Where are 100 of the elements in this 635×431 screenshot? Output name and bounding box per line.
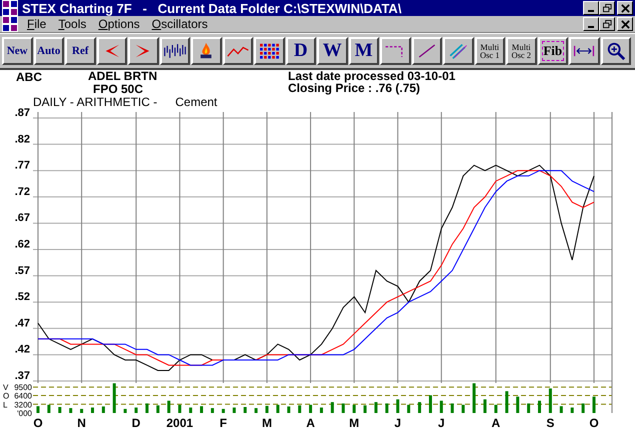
toolbar-button[interactable]: Auto	[34, 37, 64, 65]
volume-bar	[189, 408, 192, 413]
period-button[interactable]: D	[286, 37, 316, 65]
last-date-text: Last date processed 03-10-01	[288, 70, 456, 82]
close-icon	[620, 20, 630, 28]
volume-bar	[58, 407, 62, 413]
volume-bar	[124, 408, 127, 413]
next-button[interactable]	[128, 37, 158, 65]
minimize-button[interactable]	[583, 17, 599, 31]
axis-label: 2001	[166, 416, 194, 430]
volume-bar	[156, 405, 160, 413]
axis-label: O	[33, 416, 43, 430]
multi-oscillator-button[interactable]: Multi Osc 2	[506, 37, 536, 65]
volume-bar	[428, 395, 432, 413]
restore-button[interactable]	[599, 1, 615, 15]
axis-label: D	[132, 416, 140, 430]
axis-label: 6400	[14, 392, 32, 401]
minimize-button[interactable]	[583, 1, 599, 15]
volume-bar	[36, 406, 40, 413]
menu-item[interactable]: Options	[98, 17, 140, 31]
volume-bar	[364, 405, 367, 413]
volume-bar	[396, 399, 400, 413]
axis-label: .72	[14, 186, 30, 198]
menu-item[interactable]: Tools	[58, 17, 86, 31]
volume-bar	[298, 405, 302, 413]
bar-chart-button[interactable]	[160, 37, 190, 65]
volume-bar	[450, 403, 454, 413]
volume-bar	[516, 396, 520, 413]
axis-label: .77	[14, 160, 30, 172]
period-button[interactable]: W	[317, 37, 348, 65]
previous-button[interactable]	[96, 37, 127, 65]
axis-label: .42	[14, 344, 30, 356]
volume-bar	[320, 408, 323, 413]
close-button[interactable]	[617, 1, 633, 15]
close-button[interactable]	[617, 17, 633, 31]
volume-bar	[134, 408, 138, 413]
volume-bar	[418, 402, 422, 413]
axis-label: J	[394, 416, 402, 430]
volume-bar	[232, 408, 236, 413]
stock-code: ABC	[16, 70, 42, 84]
volume-bar	[582, 403, 585, 413]
diagonal-line-button[interactable]	[412, 37, 442, 65]
period-button[interactable]: M	[348, 37, 379, 65]
app-logo-icon	[2, 0, 18, 16]
volume-bar	[178, 404, 182, 413]
volume-bar	[112, 383, 116, 413]
volume-bar	[200, 406, 204, 413]
chart-mode-text: DAILY - ARITHMETIC -	[33, 95, 158, 109]
axis-label: .62	[14, 238, 30, 250]
volume-bar	[167, 400, 170, 413]
fibonacci-button[interactable]: Fib	[538, 37, 568, 65]
volume-bar	[385, 403, 388, 413]
volume-bar	[287, 406, 290, 413]
multi-oscillator-button[interactable]: Multi Osc 1	[474, 37, 505, 65]
volume-bar	[592, 396, 596, 413]
volume-bar	[527, 403, 530, 413]
menu-item[interactable]: Oscillators	[152, 17, 208, 31]
zoom-in-button[interactable]	[600, 37, 631, 65]
axis-label: M	[349, 416, 360, 430]
volume-bar	[407, 404, 410, 413]
unit-label: '000	[17, 409, 32, 418]
dot-grid-button[interactable]	[254, 37, 284, 65]
volume-bar	[560, 406, 563, 413]
axis-label: S	[546, 416, 554, 430]
axis-label: A	[492, 416, 500, 430]
volume-bar	[352, 404, 356, 413]
volume-bar	[548, 388, 552, 413]
menu-item[interactable]: File	[27, 17, 46, 31]
axis-label: J	[438, 416, 445, 430]
sector-text: Cement	[175, 95, 218, 109]
axis-label: .82	[14, 133, 30, 146]
toolbar-button[interactable]: Ref	[65, 37, 96, 65]
axis-label: .87	[14, 108, 30, 119]
line-chart-button[interactable]	[222, 37, 253, 65]
volume-bar	[330, 402, 334, 413]
closing-price-text: Closing Price : .76 (.75)	[288, 82, 422, 94]
toolbar-button[interactable]: New	[2, 37, 32, 65]
volume-bar	[69, 408, 72, 413]
volume-bar	[222, 408, 225, 413]
volume-bar	[342, 403, 345, 413]
axis-label: .57	[14, 264, 30, 277]
double-arrow-button[interactable]	[569, 37, 600, 65]
volume-bar	[265, 406, 268, 413]
axis-label: .52	[14, 291, 30, 304]
axis-label: .67	[14, 212, 30, 224]
volume-bar	[254, 408, 258, 413]
volume-bar	[538, 400, 541, 413]
volume-bar	[102, 406, 105, 413]
restore-button[interactable]	[599, 17, 615, 31]
volume-bar	[80, 408, 84, 413]
bracket-button[interactable]	[380, 37, 410, 65]
volume-bar	[210, 408, 214, 413]
security-type: FPO 50C	[92, 83, 144, 96]
flame-button[interactable]	[191, 37, 222, 65]
volume-bar	[505, 391, 508, 413]
volume-bar	[244, 407, 247, 413]
parallel-lines-button[interactable]	[443, 37, 474, 65]
volume-bar	[472, 383, 476, 413]
minimize-icon	[588, 10, 594, 12]
volume-bar	[276, 404, 280, 413]
